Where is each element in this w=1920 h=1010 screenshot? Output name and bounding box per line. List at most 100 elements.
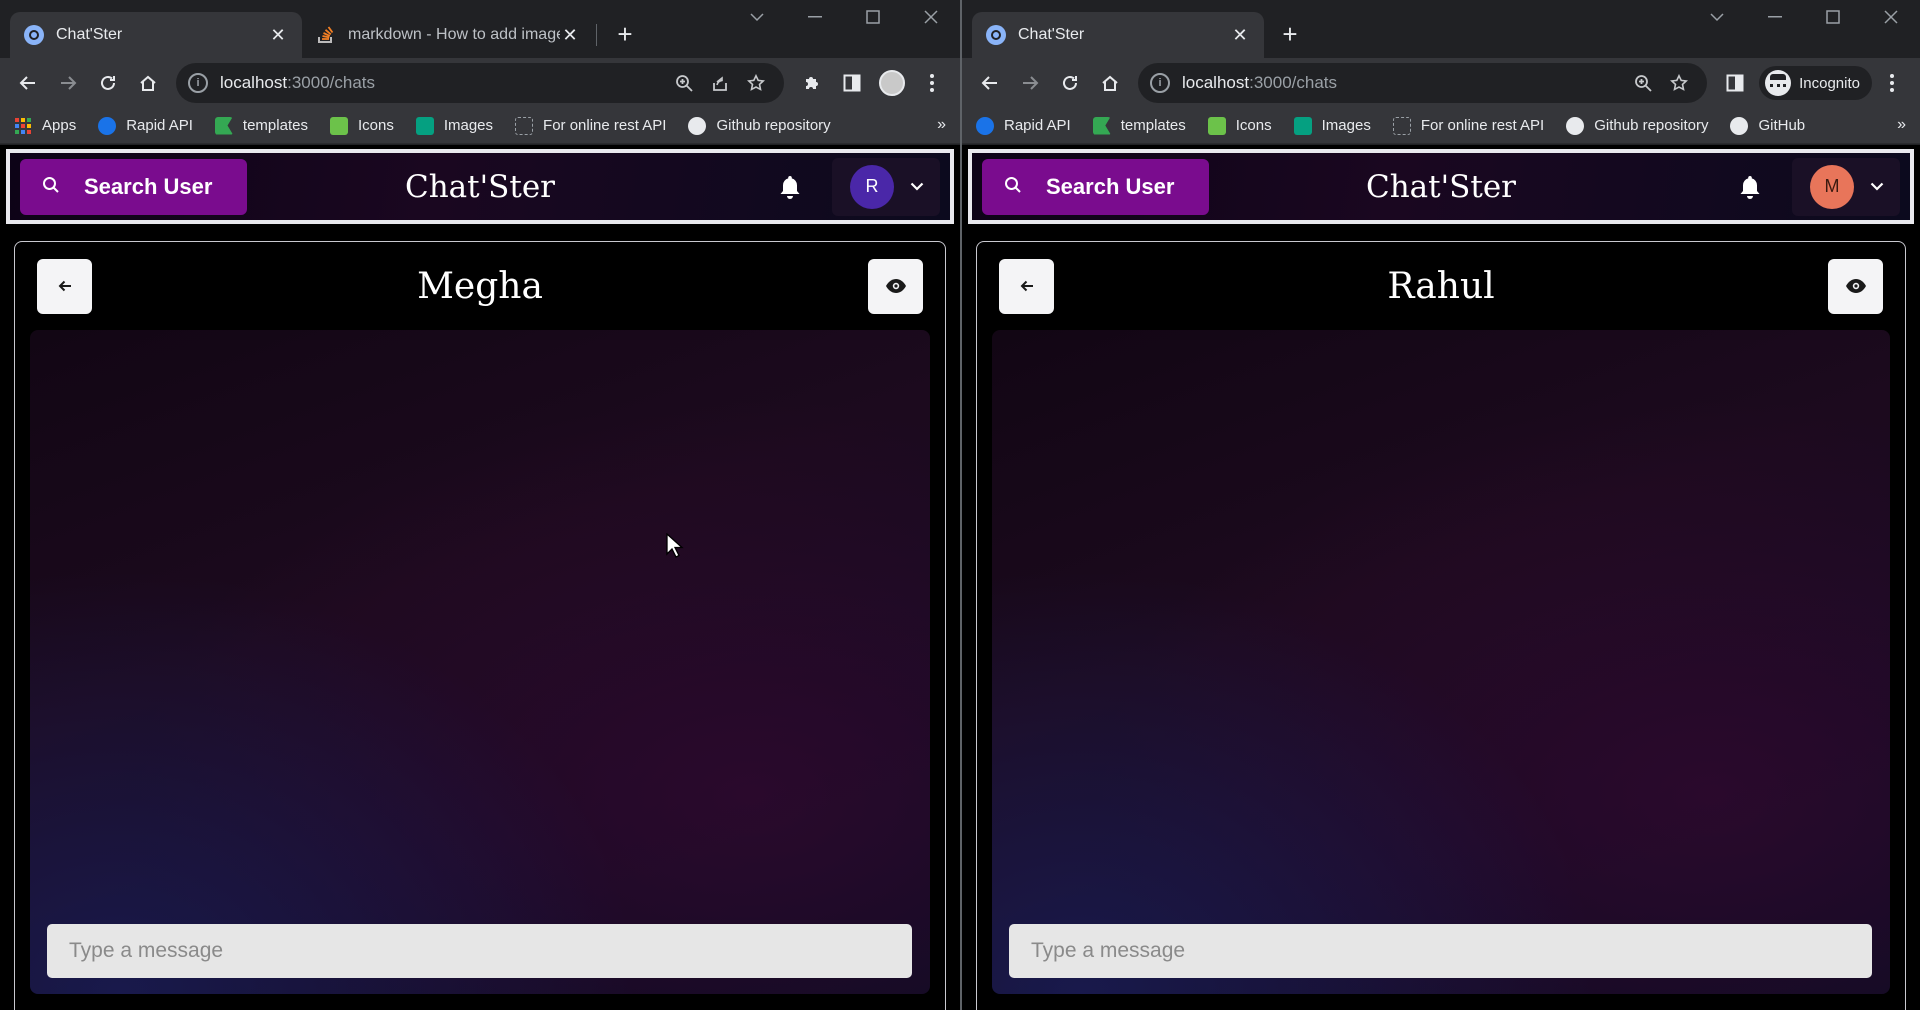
bookmark-images[interactable]: Images [415, 116, 493, 135]
tab-search-icon[interactable] [1688, 0, 1746, 34]
profile-photo-icon [879, 70, 905, 96]
bell-icon[interactable] [770, 167, 810, 207]
url-text[interactable]: localhost:3000/chats [1182, 73, 1625, 93]
search-user-button[interactable]: Search User [982, 158, 1209, 215]
browser-toolbar: i localhost:3000/chats Incognito [962, 58, 1920, 108]
avatar: M [1810, 164, 1854, 209]
tab-search-icon[interactable] [728, 0, 786, 34]
close-window-button[interactable] [1862, 0, 1920, 34]
site-info-icon[interactable]: i [1150, 73, 1170, 93]
url-path: :3000/chats [287, 73, 376, 92]
incognito-icon [1765, 70, 1792, 96]
view-profile-button[interactable] [868, 258, 923, 314]
back-to-chats-button[interactable] [999, 258, 1054, 314]
user-menu-button[interactable]: M [1792, 157, 1900, 216]
pexels-icon [1293, 116, 1312, 135]
more-bookmarks-icon[interactable]: » [1897, 116, 1906, 134]
forward-button[interactable] [48, 63, 88, 103]
tab-markdown[interactable]: markdown - How to add images ✕ [302, 12, 594, 58]
bookmark-star-icon[interactable] [1661, 65, 1697, 101]
page-icon [515, 116, 534, 135]
forward-button[interactable] [1010, 63, 1050, 103]
message-input[interactable] [1009, 924, 1872, 978]
messages-area[interactable] [992, 330, 1890, 994]
back-button[interactable] [8, 63, 48, 103]
browser-window-left: Chat'Ster ✕ markdown - How to add images… [0, 0, 960, 1010]
bookmark-label: templates [242, 117, 308, 134]
templates-icon [214, 116, 233, 135]
bookmark-star-icon[interactable] [738, 65, 774, 101]
search-icon [42, 174, 60, 200]
app-header: Search User Chat'Ster M [968, 149, 1914, 224]
tab-chatster[interactable]: Chat'Ster ✕ [972, 12, 1264, 58]
bookmark-online-rest-api[interactable]: For online rest API [1392, 116, 1544, 135]
bookmark-templates[interactable]: templates [1092, 116, 1186, 135]
chat-partner-name: Rahul [1387, 265, 1495, 307]
bookmark-rapid-api[interactable]: Rapid API [98, 116, 193, 135]
close-tab-icon[interactable]: ✕ [1230, 25, 1250, 45]
templates-icon [1092, 116, 1111, 135]
url-text[interactable]: localhost:3000/chats [220, 73, 666, 93]
new-tab-button[interactable]: + [1272, 16, 1308, 52]
view-profile-button[interactable] [1828, 258, 1883, 314]
message-input[interactable] [47, 924, 912, 978]
bookmark-apps[interactable]: Apps [14, 117, 76, 135]
bookmark-online-rest-api[interactable]: For online rest API [515, 116, 666, 135]
extensions-icon[interactable] [792, 63, 832, 103]
maximize-button[interactable] [1804, 0, 1862, 34]
bookmark-github-repository[interactable]: Github repository [688, 116, 831, 135]
bookmark-label: Icons [357, 117, 394, 134]
bookmark-github[interactable]: GitHub [1730, 116, 1805, 135]
zoom-icon[interactable] [666, 65, 702, 101]
close-tab-icon[interactable]: ✕ [560, 25, 580, 45]
home-button[interactable] [128, 63, 168, 103]
zoom-icon[interactable] [1625, 65, 1661, 101]
chatster-page: Search User Chat'Ster M Rahul Type a mes… [962, 145, 1920, 1010]
incognito-profile-button[interactable]: Incognito [1759, 66, 1872, 100]
bookmark-icons[interactable]: Icons [1207, 116, 1272, 135]
reload-button[interactable] [1050, 63, 1090, 103]
maximize-button[interactable] [844, 0, 902, 34]
pexels-icon [415, 116, 434, 135]
browser-menu-icon[interactable] [1872, 63, 1912, 103]
window-controls [1688, 0, 1920, 34]
tab-chatster[interactable]: Chat'Ster ✕ [10, 12, 302, 58]
bookmark-rapid-api[interactable]: Rapid API [976, 116, 1071, 135]
side-panel-icon[interactable] [832, 63, 872, 103]
address-bar[interactable]: i localhost:3000/chats [1138, 63, 1708, 103]
chevron-down-icon [908, 178, 926, 196]
share-icon[interactable] [702, 65, 738, 101]
bookmark-label: Github repository [716, 117, 831, 134]
browser-menu-icon[interactable] [912, 63, 952, 103]
bookmark-github-repository[interactable]: Github repository [1566, 116, 1708, 135]
chat-box: Megha [14, 241, 946, 1010]
icons8-icon [329, 116, 348, 135]
new-tab-button[interactable]: + [607, 16, 643, 52]
bookmark-templates[interactable]: templates [214, 116, 308, 135]
close-tab-icon[interactable]: ✕ [268, 25, 288, 45]
bookmark-images[interactable]: Images [1293, 116, 1371, 135]
back-button[interactable] [970, 63, 1010, 103]
profile-avatar[interactable] [872, 63, 912, 103]
close-window-button[interactable] [902, 0, 960, 34]
mouse-cursor-icon [666, 532, 684, 564]
search-user-button[interactable]: Search User [20, 158, 247, 215]
minimize-button[interactable] [786, 0, 844, 34]
icons8-icon [1207, 116, 1226, 135]
messages-area[interactable] [30, 330, 930, 994]
address-bar[interactable]: i localhost:3000/chats [176, 63, 784, 103]
back-to-chats-button[interactable] [37, 258, 92, 314]
reload-button[interactable] [88, 63, 128, 103]
bell-icon[interactable] [1730, 167, 1770, 207]
home-button[interactable] [1090, 63, 1130, 103]
minimize-button[interactable] [1746, 0, 1804, 34]
side-panel-icon[interactable] [1715, 63, 1755, 103]
bookmark-icons[interactable]: Icons [329, 116, 394, 135]
eye-icon [1845, 279, 1866, 293]
chevron-down-icon [1868, 178, 1886, 196]
github-icon [688, 116, 707, 135]
site-info-icon[interactable]: i [188, 73, 208, 93]
more-bookmarks-icon[interactable]: » [937, 116, 946, 134]
github-icon [1730, 116, 1749, 135]
user-menu-button[interactable]: R [832, 157, 940, 216]
